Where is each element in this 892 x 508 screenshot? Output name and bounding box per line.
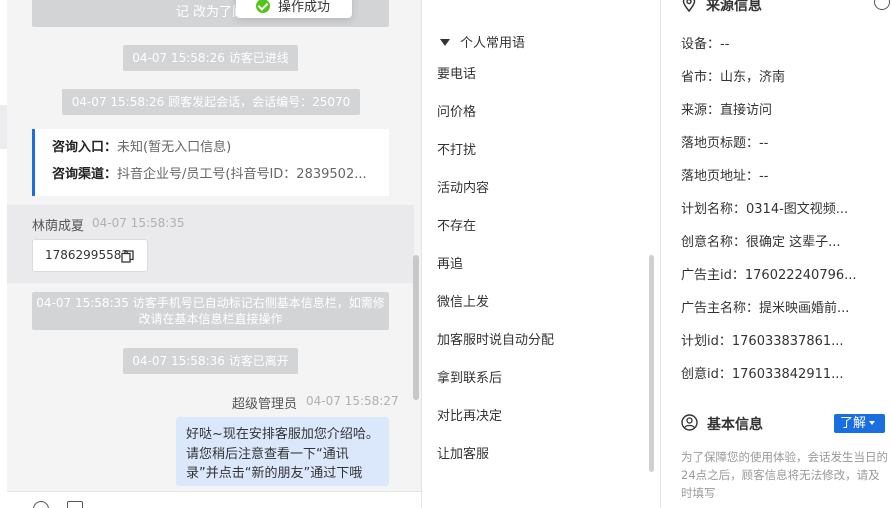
copy-icon[interactable] (121, 250, 134, 263)
chat-left-marker (0, 105, 7, 149)
info-row-creative-name: 创意名称：很确定 这辈子... (681, 231, 841, 250)
visitor-phone: 17862995582 (45, 248, 129, 262)
phrase-group-title: 个人常用语 (460, 36, 526, 51)
system-message: 04-07 15:58:36 访客已离开 (123, 348, 298, 374)
info-label: 设备： (681, 37, 721, 52)
info-value: 176033842911... (731, 367, 844, 382)
info-label: 创意名称： (681, 235, 747, 250)
phrase-group-header[interactable]: 个人常用语 (440, 32, 525, 51)
system-message: 04-07 15:58:35 访客手机号已自动标记右侧基本信息栏，如需修改请在基… (32, 292, 389, 330)
learn-more-label: 了解 (840, 416, 867, 431)
customer-info-panel: 来源信息 设备：-- 省市：山东，济南 来源：直接访问 落地页标题：-- 落地页… (661, 0, 892, 508)
success-toast: 操作成功 (236, 0, 352, 18)
visitor-name: 林荫成夏 (32, 219, 85, 234)
info-row-city: 省市：山东，济南 (681, 66, 785, 85)
info-row-device: 设备：-- (681, 33, 729, 52)
phrase-item[interactable]: 再追 (437, 253, 463, 272)
info-value: 176033837861... (731, 334, 844, 349)
info-row-landing-url: 落地页地址：-- (681, 165, 768, 184)
phrase-item[interactable]: 微信上发 (437, 291, 489, 310)
system-message: 04-07 15:58:26 访客已进线 (123, 45, 298, 71)
info-value: -- (759, 136, 769, 151)
phrases-scrollbar[interactable] (649, 255, 654, 472)
learn-more-button[interactable]: 了解 (834, 414, 885, 433)
info-label: 计划名称： (681, 202, 747, 217)
info-label: 创意id： (681, 367, 732, 382)
phrase-item[interactable]: 活动内容 (437, 177, 489, 196)
system-message: 04-07 15:58:26 顾客发起会话，会话编号：25070 (62, 89, 360, 115)
info-value: -- (720, 37, 730, 52)
user-circle-icon (681, 414, 698, 431)
phrase-item[interactable]: 要电话 (437, 63, 476, 82)
caret-down-icon (440, 39, 450, 46)
info-label: 落地页地址： (681, 169, 760, 184)
info-label: 来源： (681, 103, 721, 118)
help-icon[interactable] (874, 0, 890, 10)
basic-info-notice: 为了保障您的使用体验，会话发生当日的24点之后，顾客信息将无法修改，请及时填写 (681, 450, 888, 500)
consult-entry-value: 未知(暂无入口信息) (117, 140, 232, 155)
info-label: 省市： (681, 70, 721, 85)
location-pin-icon (682, 0, 696, 12)
info-row-plan-name: 计划名称：0314-图文视频... (681, 198, 848, 217)
info-label: 广告主id： (681, 268, 745, 283)
info-value: 山东，济南 (720, 70, 786, 85)
phrase-item[interactable]: 不打扰 (437, 139, 476, 158)
check-circle-icon (256, 0, 270, 13)
phrase-item[interactable]: 不存在 (437, 215, 476, 234)
phrase-item[interactable]: 问价格 (437, 101, 476, 120)
phrase-item[interactable]: 拿到联系后 (437, 367, 502, 386)
source-info-title: 来源信息 (706, 0, 762, 14)
chat-scrollbar[interactable] (413, 255, 419, 400)
basic-info-title: 基本信息 (707, 417, 763, 433)
info-value: 很确定 这辈子... (746, 235, 841, 250)
chat-left-edge (0, 0, 7, 508)
info-label: 计划id： (681, 334, 732, 349)
consult-entry-label: 咨询入口： (52, 140, 118, 155)
phrase-item[interactable]: 对比再决定 (437, 405, 502, 424)
info-value: -- (759, 169, 769, 184)
agent-message-time: 04-07 15:58:27 (306, 394, 399, 408)
consult-channel-value: 抖音企业号/员工号(抖音号ID：2839502... (117, 167, 367, 182)
info-value: 176022240796... (744, 268, 857, 283)
dropdown-arrow-icon (869, 421, 876, 425)
image-icon[interactable] (67, 501, 83, 508)
consult-channel-label: 咨询渠道： (52, 167, 118, 182)
info-row-advertiser-id: 广告主id：176022240796... (681, 264, 857, 283)
info-value: 直接访问 (720, 103, 773, 118)
agent-name: 超级管理员 (232, 397, 298, 412)
info-row-landing-title: 落地页标题：-- (681, 132, 768, 151)
phrase-item[interactable]: 让加客服 (437, 443, 489, 462)
info-row-creative-id: 创意id：176033842911... (681, 363, 844, 382)
phrase-item[interactable]: 加客服时说自动分配 (437, 329, 554, 348)
consult-info-card: 咨询入口：未知(暂无入口信息) 咨询渠道：抖音企业号/员工号(抖音号ID：283… (32, 129, 389, 196)
info-row-advertiser-name: 广告主名称：提米映画婚前... (681, 297, 849, 316)
quick-phrases-panel: 个人常用语 要电话 问价格 不打扰 活动内容 不存在 再追 微信上发 加客服时说… (421, 0, 661, 508)
info-row-plan-id: 计划id：176033837861... (681, 330, 844, 349)
visitor-message-time: 04-07 15:58:35 (92, 216, 185, 230)
info-row-source: 来源：直接访问 (681, 99, 772, 118)
chat-panel: 记 改为了顾 04-07 15:58:26 访客已进线 04-07 15:58:… (0, 0, 421, 508)
info-value: 0314-图文视频... (746, 202, 849, 217)
agent-message-bubble: 好哒~现在安排客服加您介绍哈。请您稍后注意查看一下“通讯录”并点击“新的朋友”通… (176, 417, 389, 486)
info-label: 落地页标题： (681, 136, 760, 151)
info-value: 提米映画婚前... (759, 301, 850, 316)
info-label: 广告主名称： (681, 301, 760, 316)
toast-text: 操作成功 (278, 0, 331, 15)
